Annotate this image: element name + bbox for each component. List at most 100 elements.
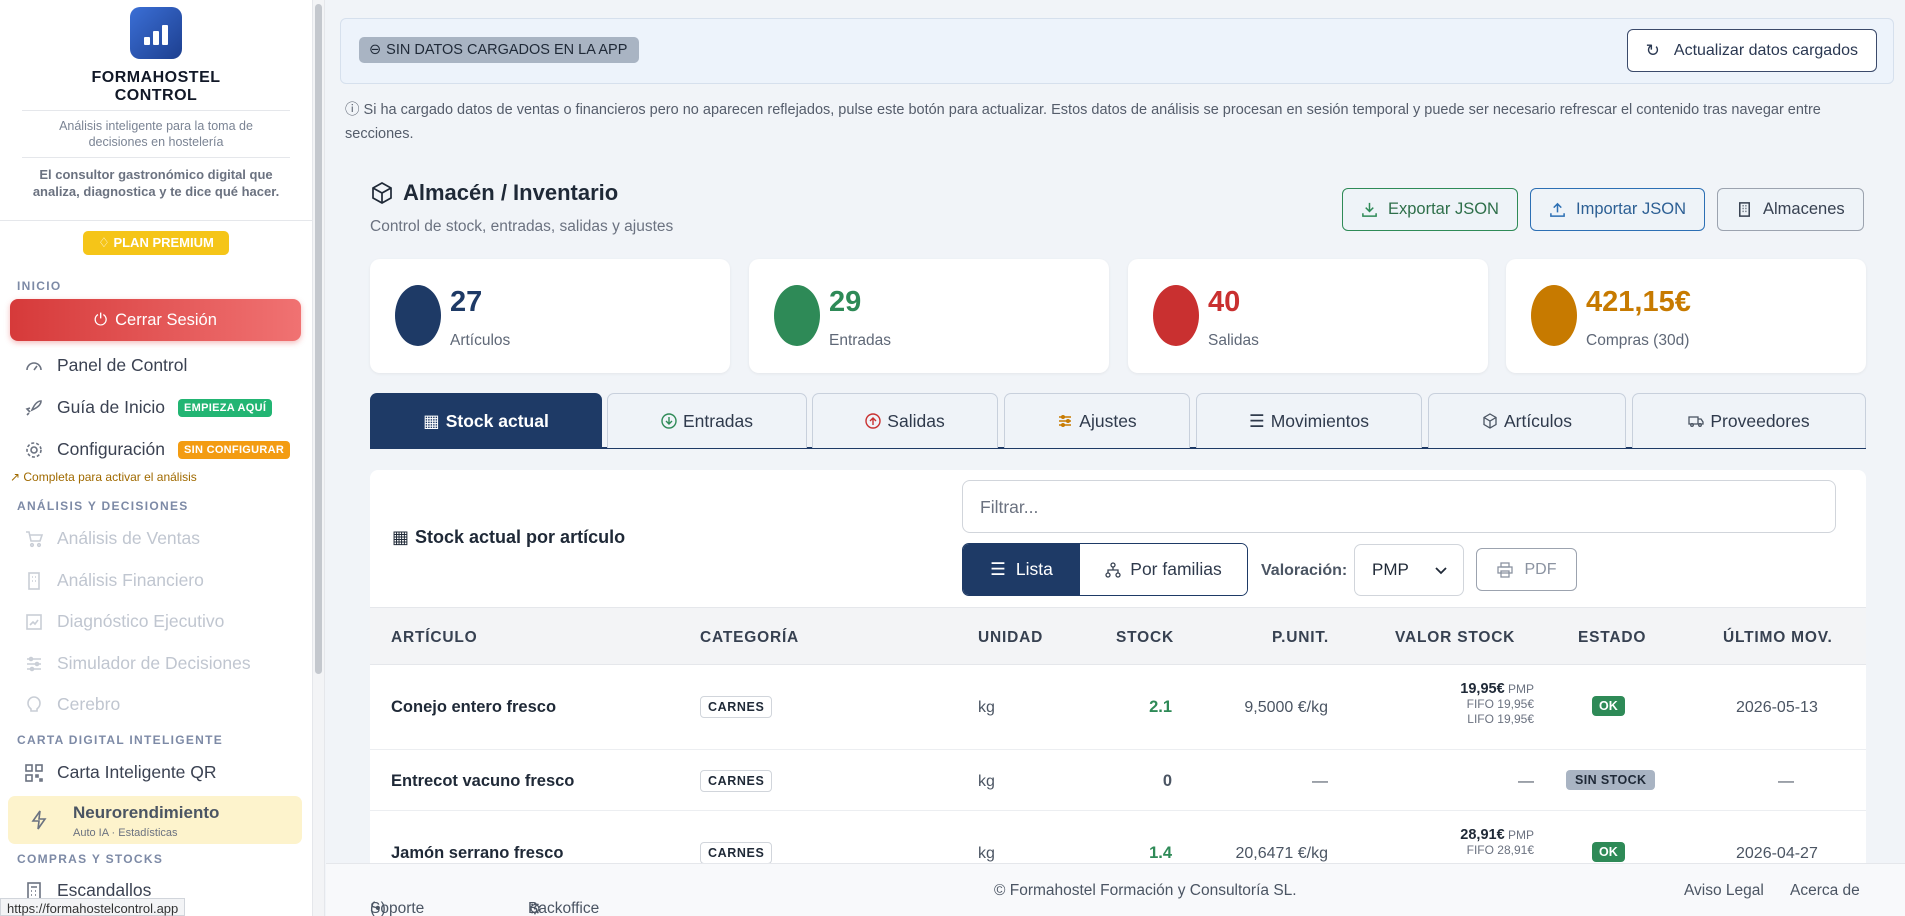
download-icon: [1362, 202, 1377, 217]
aviso-legal-link[interactable]: Aviso Legal: [1684, 882, 1764, 900]
building-icon: [1739, 202, 1750, 217]
pdf-button[interactable]: PDF: [1476, 548, 1577, 591]
printer-icon: [1496, 561, 1513, 578]
list-icon: ☰: [990, 559, 1006, 579]
brand-quote: El consultor gastronómico digital que an…: [32, 167, 280, 199]
acerca-link[interactable]: Acerca de: [1790, 882, 1860, 900]
page-subtitle: Control de stock, entradas, salidas y aj…: [370, 218, 674, 235]
tab-articulos[interactable]: Artículos: [1428, 393, 1626, 448]
logo: [130, 7, 182, 59]
refresh-data-button[interactable]: ↻ Actualizar datos cargados: [1626, 29, 1877, 72]
sidebar-item-financiero[interactable]: Análisis Financiero: [24, 570, 204, 591]
sidebar-item-carta-qr[interactable]: Carta Inteligente QR: [24, 762, 217, 783]
main-content: ⊖ SIN DATOS CARGADOS EN LA APP ↻ Actuali…: [326, 0, 1905, 916]
stock-panel: ▦ Stock actual por artículo Filtrar... ☰…: [370, 470, 1866, 916]
sidebar-item-ventas[interactable]: Análisis de Ventas: [24, 528, 200, 549]
almacenes-button[interactable]: Almacenes: [1717, 188, 1864, 231]
config-hint: ↗ Completa para activar el análisis: [10, 470, 197, 484]
chevron-down-icon: [1435, 567, 1447, 575]
sidebar-item-diagnostico[interactable]: Diagnóstico Ejecutivo: [24, 611, 224, 632]
sidebar-item-neurorendimiento[interactable]: Neurorendimiento Auto IA · Estadísticas: [8, 796, 302, 844]
refresh-icon: ↻: [1645, 40, 1660, 60]
status-badge: OK: [1592, 842, 1625, 862]
arrow-down-circle-icon: [661, 413, 677, 429]
cart-icon: [26, 530, 44, 547]
tab-ajustes[interactable]: Ajustes: [1004, 393, 1190, 448]
category-badge: CARNES: [700, 770, 773, 792]
brand-subtitle: Análisis inteligente para la toma de dec…: [59, 119, 253, 149]
valuation-label: Valoración:: [1261, 562, 1348, 579]
import-json-button[interactable]: Importar JSON: [1530, 188, 1706, 231]
sidebar-item-panel[interactable]: Panel de Control: [24, 355, 187, 376]
plan-badge: ♢ PLAN PREMIUM: [83, 231, 229, 255]
upload-icon: [1550, 202, 1565, 217]
sidebar: FORMAHOSTEL CONTROL Análisis inteligente…: [0, 0, 313, 916]
status-badge: SIN STOCK: [1566, 770, 1656, 790]
stat-dot: [395, 285, 441, 346]
section-analisis: ANÁLISIS Y DECISIONES: [17, 499, 189, 513]
truck-icon: [1688, 416, 1705, 427]
building-icon: [28, 571, 40, 590]
minus-circle-icon: ⊖: [369, 42, 382, 58]
brand-name: FORMAHOSTEL CONTROL: [91, 69, 221, 104]
table-row[interactable]: Conejo entero fresco CARNES kg 2.1 9,500…: [370, 666, 1866, 750]
inventory-tabs: ▦ Stock actual Entradas Salidas Ajustes ☰…: [370, 393, 1866, 449]
chart-icon: [26, 613, 42, 630]
sidebar-item-simulador[interactable]: Simulador de Decisiones: [24, 653, 251, 674]
view-toggle: ☰ Lista Por familias: [962, 543, 1248, 596]
export-json-button[interactable]: Exportar JSON: [1342, 188, 1518, 231]
sidebar-scrollbar[interactable]: [313, 0, 325, 916]
stat-card-compras: 421,15€ Compras (30d): [1506, 259, 1866, 373]
valuation-select[interactable]: PMP: [1354, 544, 1464, 596]
stat-card-articulos: 27 Artículos: [370, 259, 730, 373]
tab-salidas[interactable]: Salidas: [812, 393, 998, 448]
status-badge: OK: [1592, 696, 1625, 716]
data-status-bar: ⊖ SIN DATOS CARGADOS EN LA APP ↻ Actuali…: [340, 18, 1894, 84]
box-icon: [1483, 413, 1497, 429]
view-families-button[interactable]: Por familias: [1080, 544, 1247, 595]
hierarchy-icon: [1105, 561, 1121, 578]
panel-title: ▦ Stock actual por artículo: [392, 527, 626, 547]
power-icon: ⏻: [94, 310, 108, 329]
tab-entradas[interactable]: Entradas: [607, 393, 807, 448]
tab-proveedores[interactable]: Proveedores: [1632, 393, 1866, 448]
page-header: Almacén / Inventario Control de stock, e…: [370, 180, 673, 236]
guia-badge: EMPIEZA AQUÍ: [177, 398, 273, 417]
box-icon: [372, 182, 392, 204]
brand: FORMAHOSTEL CONTROL Análisis inteligente…: [0, 0, 312, 200]
footer: (•)Soporte remoto ⚙Backoffice © Formahos…: [326, 863, 1905, 916]
grid-icon: ▦: [423, 410, 440, 431]
category-badge: CARNES: [700, 842, 773, 864]
stat-dot: [1153, 285, 1199, 346]
stat-card-entradas: 29 Entradas: [749, 259, 1109, 373]
sidebar-item-config[interactable]: Configuración SIN CONFIGURAR: [24, 439, 291, 460]
grid-icon: ▦: [392, 527, 410, 547]
table-row[interactable]: Entrecot vacuno fresco CARNES kg 0 — — S…: [370, 751, 1866, 811]
tab-stock-actual[interactable]: ▦ Stock actual: [370, 393, 602, 448]
category-badge: CARNES: [700, 696, 773, 718]
rocket-icon: [25, 399, 42, 416]
status-url: https://formahostelcontrol.app: [0, 898, 186, 916]
arrow-up-circle-icon: [865, 413, 881, 429]
tab-movimientos[interactable]: ☰ Movimientos: [1196, 393, 1422, 448]
config-badge: SIN CONFIGURAR: [177, 440, 291, 459]
info-text: ⓘ Si ha cargado datos de ventas o financ…: [345, 102, 1821, 142]
bulb-icon: [27, 695, 41, 712]
section-carta: CARTA DIGITAL INTELIGENTE: [17, 733, 224, 747]
gauge-icon: [26, 361, 42, 370]
copyright: © Formahostel Formación y Consultoría SL…: [994, 882, 1297, 899]
sliders-icon: [27, 656, 41, 671]
stat-dot: [1531, 285, 1577, 346]
sidebar-item-cerebro[interactable]: Cerebro: [24, 694, 120, 715]
view-list-button[interactable]: ☰ Lista: [963, 544, 1080, 595]
nodata-badge: ⊖ SIN DATOS CARGADOS EN LA APP: [359, 37, 640, 63]
filter-input[interactable]: Filtrar...: [962, 480, 1836, 533]
page-title: Almacén / Inventario: [403, 180, 619, 205]
sidebar-item-guia[interactable]: Guía de Inicio EMPIEZA AQUÍ: [24, 397, 273, 418]
gear-icon: [26, 441, 42, 458]
section-compras: COMPRAS Y STOCKS: [17, 852, 164, 866]
logout-button[interactable]: ⏻ Cerrar Sesión: [10, 299, 301, 341]
lightning-icon: [31, 810, 47, 830]
stat-card-salidas: 40 Salidas: [1128, 259, 1488, 373]
list-icon: ☰: [1249, 410, 1265, 431]
